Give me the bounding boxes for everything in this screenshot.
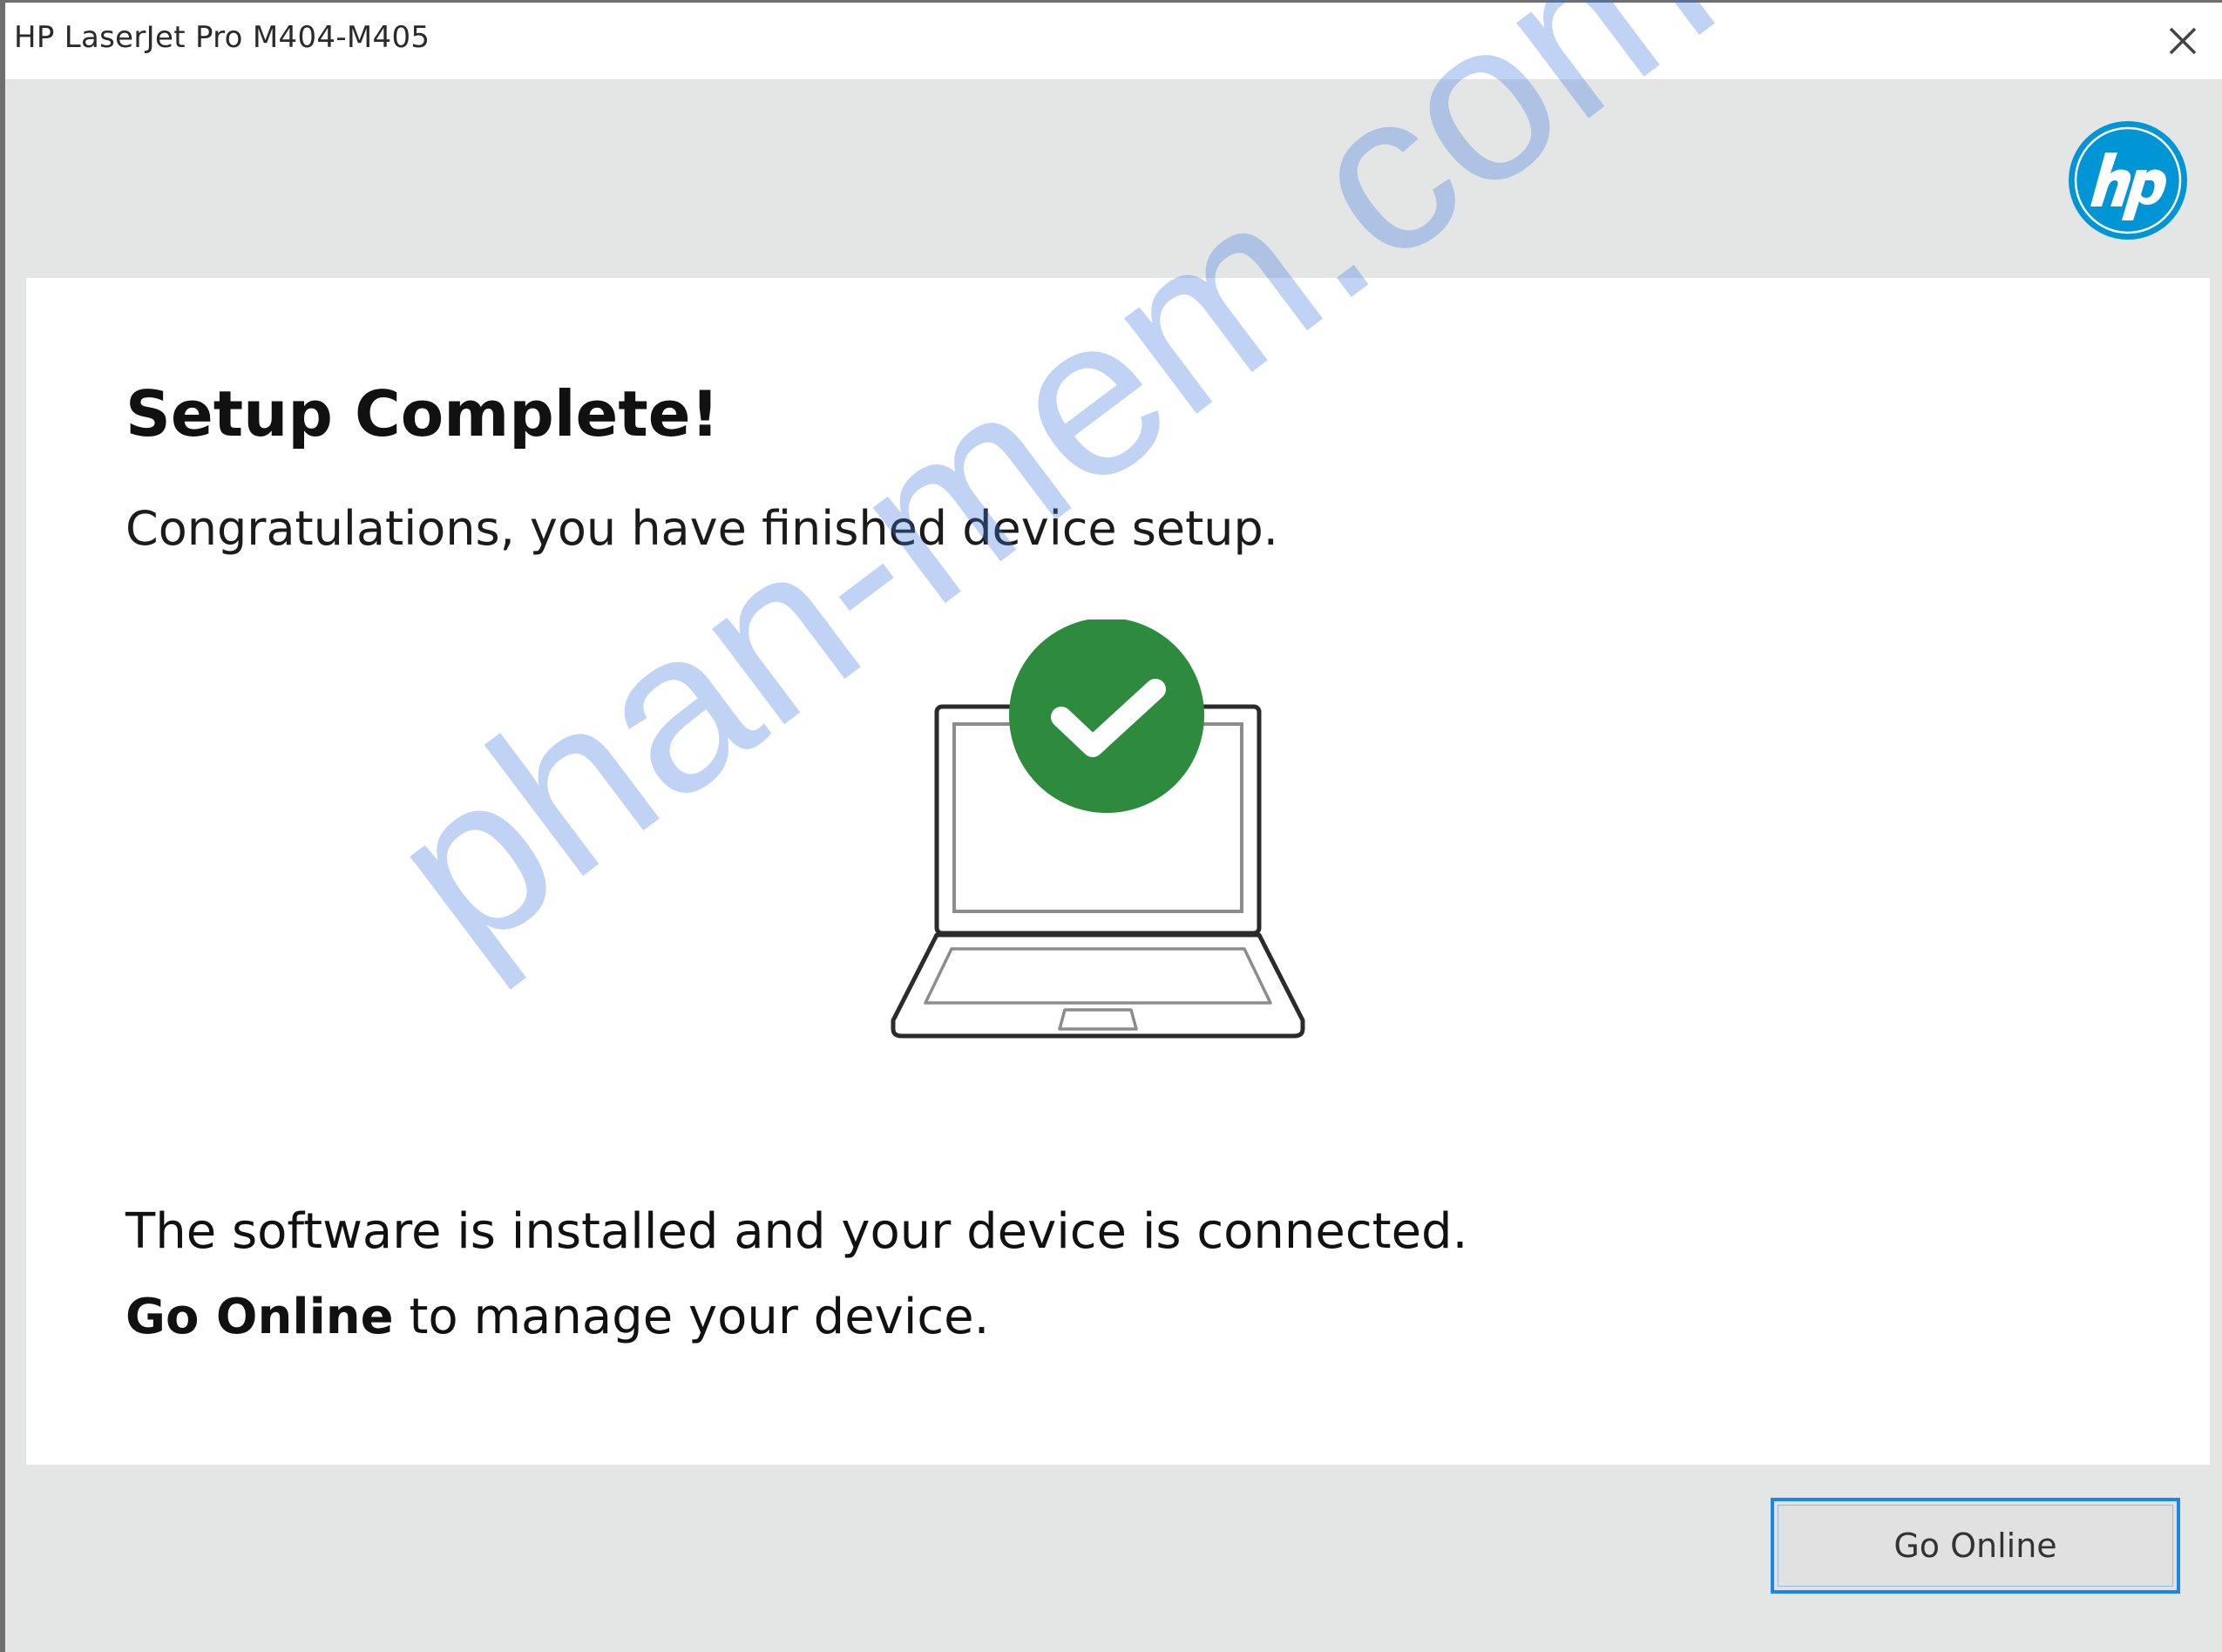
installer-window: HP LaserJet Pro M404-M405 Setup Complete… (0, 0, 2222, 1652)
header-band (5, 79, 2222, 271)
window-title: HP LaserJet Pro M404-M405 (14, 20, 430, 55)
cta-text: Go Online to manage your device. (125, 1289, 989, 1345)
laptop-icon (891, 620, 1305, 1039)
title-bar: HP LaserJet Pro M404-M405 (5, 3, 2222, 79)
checkmark-icon (1009, 620, 1204, 813)
cta-rest: to manage your device. (393, 1289, 990, 1345)
page-title: Setup Complete! (125, 377, 720, 450)
subtitle-text: Congratulations, you have finished devic… (125, 501, 1278, 556)
status-text: The software is installed and your devic… (125, 1203, 1468, 1260)
cta-strong: Go Online (125, 1289, 394, 1345)
close-button[interactable] (2144, 3, 2222, 79)
focus-ring (1778, 1505, 2173, 1587)
go-online-button[interactable]: Go Online (1771, 1498, 2180, 1594)
hp-logo-icon (2069, 121, 2187, 240)
close-icon (2169, 27, 2197, 55)
content-card: Setup Complete! Congratulations, you hav… (26, 278, 2210, 1465)
